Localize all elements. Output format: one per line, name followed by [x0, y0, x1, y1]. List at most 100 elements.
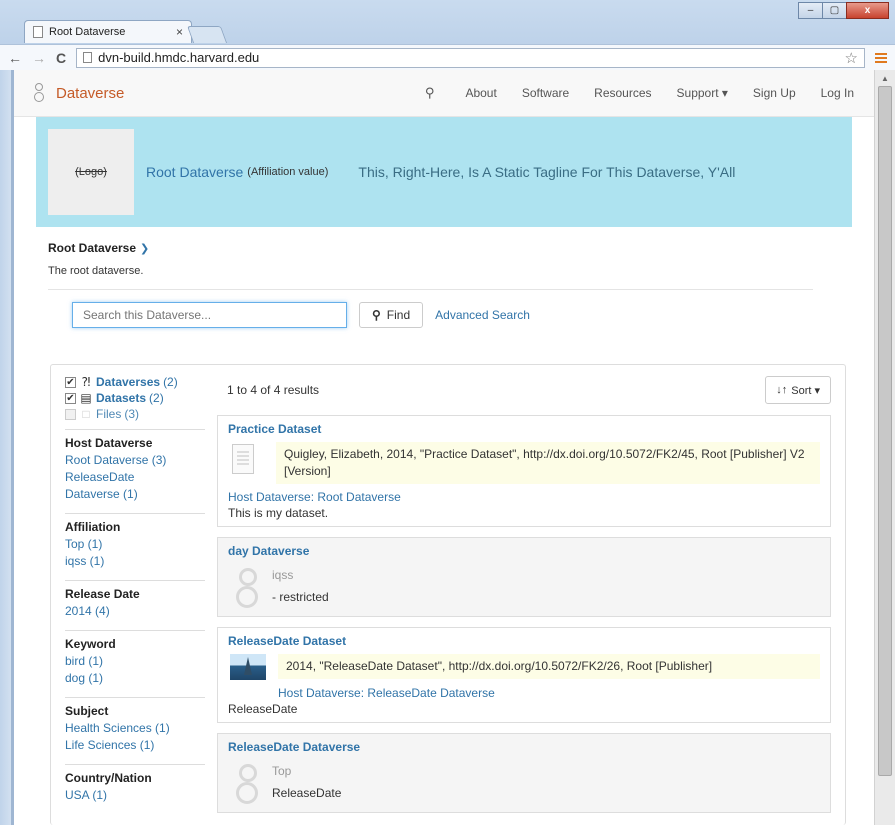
facet-link[interactable]: USA (1): [65, 787, 205, 804]
result-title[interactable]: day Dataverse: [228, 544, 820, 558]
dataverse-name[interactable]: Root Dataverse: [146, 164, 243, 180]
nav-support[interactable]: Support ▾: [677, 86, 728, 100]
browser-toolbar: ← → C dvn-build.hmdc.harvard.edu ☆: [0, 44, 895, 70]
url-text: dvn-build.hmdc.harvard.edu: [98, 50, 260, 65]
advanced-search-link[interactable]: Advanced Search: [435, 308, 530, 322]
citation: Quigley, Elizabeth, 2014, "Practice Data…: [276, 442, 820, 484]
facet-link[interactable]: ReleaseDate Dataverse (1): [65, 469, 175, 503]
facet-subject: Subject Health Sciences (1) Life Science…: [65, 697, 205, 756]
search-icon[interactable]: ⚲: [425, 85, 435, 101]
nav-software[interactable]: Software: [522, 86, 569, 100]
dataset-thumbnail: [230, 654, 266, 680]
dataverse-icon: ⁈: [81, 375, 91, 389]
tab-title: Root Dataverse: [49, 26, 126, 38]
scrollbar-thumb[interactable]: [878, 86, 892, 776]
affiliation: iqss: [272, 568, 294, 582]
result-title[interactable]: ReleaseDate Dataverse: [228, 740, 820, 754]
affiliation: (Affiliation value): [247, 166, 329, 178]
result-title[interactable]: ReleaseDate Dataset: [228, 634, 820, 648]
facet-link[interactable]: bird (1): [65, 653, 205, 670]
search-row: ⚲ Find Advanced Search: [72, 302, 874, 328]
result-description: This is my dataset.: [228, 506, 329, 520]
facet-link[interactable]: 2014 (4): [65, 603, 205, 620]
dataset-icon: ▤: [80, 391, 92, 405]
facet-country: Country/Nation USA (1): [65, 764, 205, 806]
minimize-button[interactable]: –: [798, 2, 823, 19]
search-input[interactable]: [72, 302, 347, 328]
nav-resources[interactable]: Resources: [594, 86, 651, 100]
scroll-up-icon[interactable]: ▲: [875, 70, 895, 86]
window-controls: – ▢ x: [798, 2, 889, 19]
forward-icon[interactable]: →: [32, 50, 46, 66]
chevron-down-icon[interactable]: ❯: [140, 242, 149, 255]
result-card: day Dataverse iqss - restricted: [217, 537, 831, 617]
brand-name: Dataverse: [56, 84, 125, 102]
citation: 2014, "ReleaseDate Dataset", http://dx.d…: [278, 654, 820, 679]
close-window-button[interactable]: x: [846, 2, 889, 19]
address-bar[interactable]: dvn-build.hmdc.harvard.edu ☆: [76, 47, 865, 68]
close-tab-icon[interactable]: ×: [176, 25, 183, 39]
facet-link[interactable]: Life Sciences (1): [65, 737, 205, 754]
facet-dataverses[interactable]: ✔ ⁈ Dataverses (2): [65, 375, 205, 389]
search-icon: ⚲: [372, 308, 381, 322]
facet-sidebar: ✔ ⁈ Dataverses (2) ✔ ▤ Datasets (2) □ Fi…: [65, 375, 205, 806]
site-navbar: Dataverse ⚲ About Software Resources Sup…: [14, 70, 874, 117]
checkbox-dataverses[interactable]: ✔: [65, 376, 76, 388]
document-icon: [232, 444, 254, 474]
facet-link[interactable]: iqss (1): [65, 553, 205, 570]
result-card: Practice Dataset Quigley, Elizabeth, 201…: [217, 415, 831, 527]
results-panel: ✔ ⁈ Dataverses (2) ✔ ▤ Datasets (2) □ Fi…: [50, 364, 846, 825]
browser-tab[interactable]: Root Dataverse ×: [24, 20, 192, 43]
facet-keyword: Keyword bird (1) dog (1): [65, 630, 205, 689]
window-frame: [0, 70, 14, 825]
page-icon: [83, 52, 93, 63]
facet-host-dataverse: Host Dataverse Root Dataverse (3) Releas…: [65, 429, 205, 505]
dataverse-logo-icon: [34, 81, 44, 105]
find-button[interactable]: ⚲ Find: [359, 302, 424, 328]
nav-login[interactable]: Log In: [821, 86, 854, 100]
brand[interactable]: Dataverse: [34, 81, 124, 105]
checkbox-datasets[interactable]: ✔: [65, 392, 76, 404]
facet-datasets[interactable]: ✔ ▤ Datasets (2): [65, 391, 205, 405]
page-icon: [33, 26, 43, 38]
results-list: 1 to 4 of 4 results ↓↑ Sort ▾ Practice D…: [217, 375, 831, 813]
result-card: ReleaseDate Dataset 2014, "ReleaseDate D…: [217, 627, 831, 723]
maximize-button[interactable]: ▢: [822, 2, 847, 19]
facet-link[interactable]: Root Dataverse (3): [65, 452, 205, 469]
results-header: 1 to 4 of 4 results ↓↑ Sort ▾: [217, 375, 831, 405]
result-count: 1 to 4 of 4 results: [227, 383, 320, 397]
facet-release-date: Release Date 2014 (4): [65, 580, 205, 622]
breadcrumb[interactable]: Root Dataverse ❯: [48, 241, 840, 255]
affiliation: Top: [272, 764, 292, 778]
facet-link[interactable]: Health Sciences (1): [65, 720, 205, 737]
result-card: ReleaseDate Dataverse Top ReleaseDate: [217, 733, 831, 813]
new-tab-button[interactable]: [186, 26, 228, 43]
checkbox-files[interactable]: [65, 408, 76, 420]
logo-placeholder: (Logo): [48, 129, 134, 215]
page-scrollbar[interactable]: ▲: [874, 70, 895, 825]
facet-link[interactable]: Top (1): [65, 536, 205, 553]
result-description: ReleaseDate: [228, 702, 298, 716]
star-icon[interactable]: ☆: [845, 49, 858, 67]
menu-icon[interactable]: [875, 52, 887, 63]
result-title[interactable]: Practice Dataset: [228, 422, 820, 436]
facet-affiliation: Affiliation Top (1) iqss (1): [65, 513, 205, 572]
result-description: - restricted: [272, 590, 329, 604]
browser-chrome: Root Dataverse × – ▢ x ← → C dvn-build.h…: [0, 0, 895, 70]
dataverse-description: The root dataverse.: [48, 265, 813, 290]
result-description: ReleaseDate: [272, 786, 342, 800]
back-icon[interactable]: ←: [8, 50, 22, 66]
nav-links: ⚲ About Software Resources Support ▾ Sig…: [425, 85, 854, 101]
dataverse-icon: [234, 760, 260, 806]
breadcrumb-title: Root Dataverse: [48, 241, 137, 255]
facet-files[interactable]: □ Files (3): [65, 407, 205, 421]
facet-link[interactable]: dog (1): [65, 670, 205, 687]
nav-about[interactable]: About: [465, 86, 496, 100]
nav-signup[interactable]: Sign Up: [753, 86, 796, 100]
file-icon: □: [82, 407, 90, 421]
reload-icon[interactable]: C: [56, 50, 66, 66]
sort-button[interactable]: ↓↑ Sort ▾: [765, 376, 831, 404]
host-dataverse-link[interactable]: Host Dataverse: Root Dataverse: [228, 490, 820, 504]
dataverse-header: (Logo) Root Dataverse (Affiliation value…: [36, 117, 852, 227]
host-dataverse-link[interactable]: Host Dataverse: ReleaseDate Dataverse: [278, 686, 820, 700]
